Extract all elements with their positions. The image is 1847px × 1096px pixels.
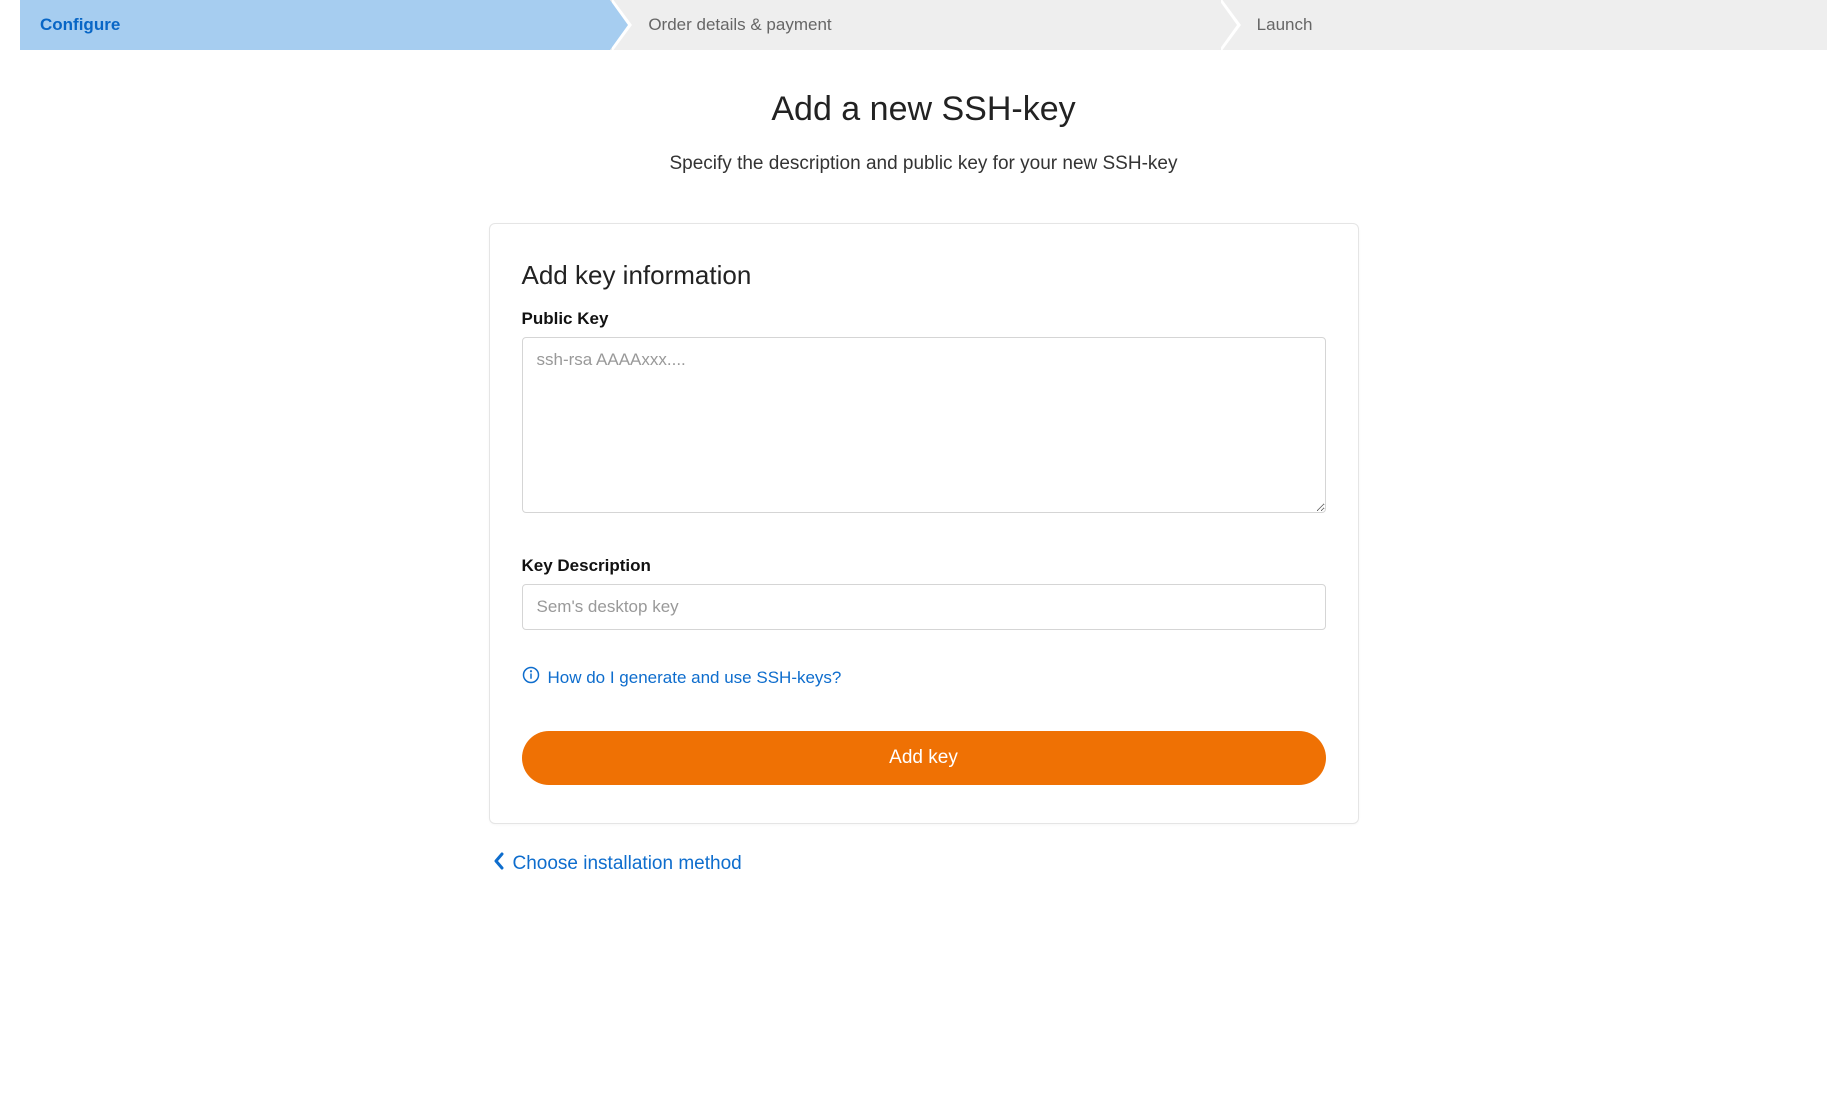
add-key-button[interactable]: Add key xyxy=(522,731,1326,785)
progress-step-label: Configure xyxy=(40,15,120,35)
back-link-text: Choose installation method xyxy=(513,853,742,875)
info-icon xyxy=(522,666,540,689)
progress-step-configure[interactable]: Configure xyxy=(20,0,610,50)
page-title: Add a new SSH-key xyxy=(20,90,1827,129)
page-header: Add a new SSH-key Specify the descriptio… xyxy=(0,90,1847,175)
form-card: Add key information Public Key Key Descr… xyxy=(489,223,1359,824)
help-link[interactable]: How do I generate and use SSH-keys? xyxy=(522,666,1326,689)
help-link-text: How do I generate and use SSH-keys? xyxy=(548,668,842,688)
key-description-input[interactable] xyxy=(522,584,1326,630)
form-section-title: Add key information xyxy=(522,260,1326,291)
page-subtitle: Specify the description and public key f… xyxy=(20,153,1827,175)
public-key-label: Public Key xyxy=(522,309,1326,329)
progress-step-launch[interactable]: Launch xyxy=(1219,0,1827,50)
public-key-input[interactable] xyxy=(522,337,1326,513)
progress-step-label: Order details & payment xyxy=(648,15,831,35)
progress-step-order[interactable]: Order details & payment xyxy=(610,0,1218,50)
chevron-left-icon xyxy=(493,852,505,876)
back-link[interactable]: Choose installation method xyxy=(493,852,742,876)
progress-step-label: Launch xyxy=(1257,15,1313,35)
key-description-label: Key Description xyxy=(522,556,1326,576)
progress-bar: Configure Order details & payment Launch xyxy=(20,0,1827,50)
